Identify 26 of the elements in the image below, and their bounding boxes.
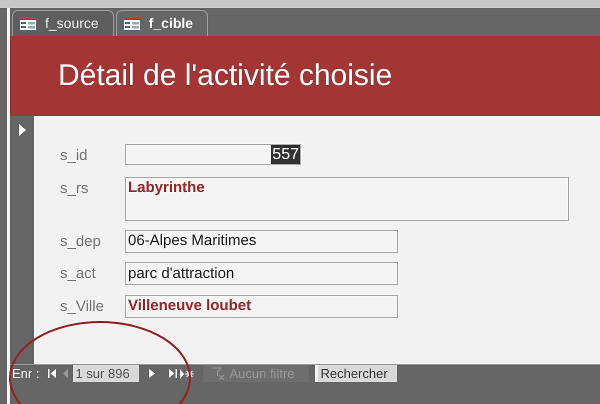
form-icon (19, 16, 37, 30)
current-record-icon (18, 124, 26, 136)
record-label: Enr : (11, 364, 40, 383)
form-icon (122, 16, 141, 30)
next-icon (149, 369, 156, 378)
field-input[interactable]: Villeneuve loubet (125, 294, 398, 318)
record-position-field[interactable]: 1 sur 896 (73, 365, 140, 382)
form-title: Détail de l'activité choisie (58, 61, 392, 91)
clear-filter-icon (211, 366, 226, 380)
field-input[interactable]: Labyrinthe (125, 176, 569, 220)
search-field[interactable]: Rechercher (315, 365, 398, 382)
new-record-button[interactable] (179, 366, 196, 380)
new-record-icon (180, 368, 194, 378)
field-label: s_rs (60, 178, 90, 198)
field-input[interactable]: 557 (125, 144, 301, 165)
field-input[interactable]: 06-Alpes Maritimes (125, 230, 398, 252)
form-tab[interactable]: f_source (12, 10, 114, 36)
field-label: s_act (60, 264, 97, 284)
field-input[interactable]: parc d'attraction (125, 262, 398, 285)
field-label: s_id (60, 146, 89, 166)
last-record-icon (168, 369, 177, 378)
first-record-icon (48, 369, 57, 378)
previous-icon (63, 369, 70, 378)
form-tab[interactable]: f_cible (116, 10, 208, 36)
field-label: s_Ville (60, 296, 105, 316)
field-label: s_dep (60, 232, 102, 252)
